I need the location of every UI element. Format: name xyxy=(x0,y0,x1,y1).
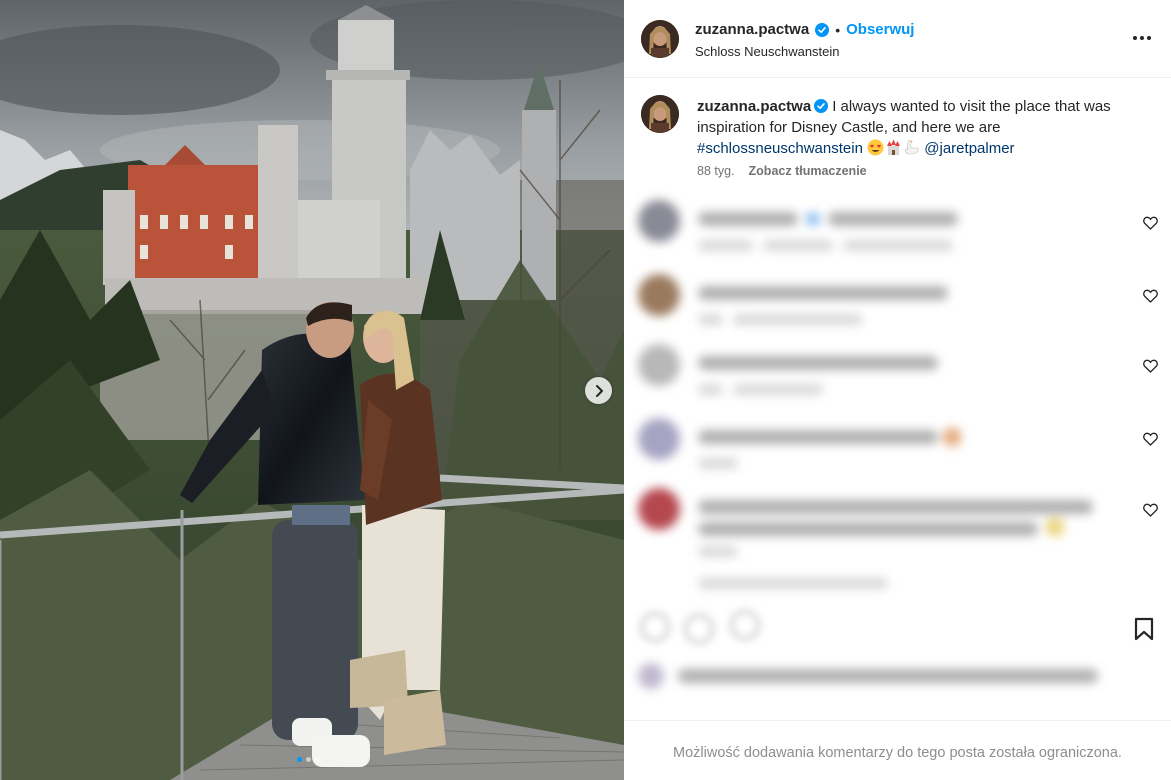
caption-emojis xyxy=(867,139,920,156)
comment-avatar xyxy=(638,488,680,530)
carousel-dot xyxy=(306,757,311,762)
location-link[interactable]: Schloss Neuschwanstein xyxy=(695,44,840,59)
comments-list-blurred xyxy=(624,190,1171,610)
comments-footer: Możliwość dodawania komentarzy do tego p… xyxy=(624,720,1171,780)
next-photo-button[interactable] xyxy=(585,377,612,404)
comment-avatar xyxy=(638,418,680,460)
comment-avatar xyxy=(638,200,680,242)
caption-avatar[interactable] xyxy=(641,95,679,133)
swan-emoji-icon xyxy=(905,140,919,155)
avatar[interactable] xyxy=(641,20,679,58)
share-icon[interactable] xyxy=(730,610,760,640)
comment-like-heart-icon[interactable] xyxy=(1143,503,1158,517)
header-separator: • xyxy=(835,21,841,38)
mention-link[interactable]: @jaretpalmer xyxy=(924,140,1014,157)
bookmark-icon[interactable] xyxy=(1133,617,1155,641)
post-caption: zuzanna.pactwa I always wanted to visit t… xyxy=(697,96,1157,159)
post-header: zuzanna.pactwa • Obserwuj Schloss Neusch… xyxy=(624,0,1171,78)
follow-button[interactable]: Obserwuj xyxy=(846,21,914,38)
post-time: 88 tyg. xyxy=(697,164,735,178)
see-translation-button[interactable]: Zobacz tłumaczenie xyxy=(749,164,867,178)
heart-eyes-emoji-icon xyxy=(867,139,884,156)
hashtag-link[interactable]: #schlossneuschwanstein xyxy=(697,140,863,157)
carousel-dot xyxy=(315,757,320,762)
comment-like-heart-icon[interactable] xyxy=(1143,359,1158,373)
post-actions-blurred xyxy=(640,606,780,652)
more-options-icon[interactable] xyxy=(1127,28,1157,48)
verified-badge-icon xyxy=(815,22,830,37)
caption-username[interactable]: zuzanna.pactwa xyxy=(697,98,811,115)
post-photo[interactable] xyxy=(0,0,624,780)
comment-icon[interactable] xyxy=(684,614,714,644)
comment-avatar xyxy=(638,274,680,316)
comment-like-heart-icon[interactable] xyxy=(1143,216,1158,230)
castle-couple-photo xyxy=(0,0,624,780)
next-arrow-icon xyxy=(595,384,603,397)
post-details-panel: zuzanna.pactwa • Obserwuj Schloss Neusch… xyxy=(624,0,1171,780)
comment-like-heart-icon[interactable] xyxy=(1143,289,1158,303)
like-icon[interactable] xyxy=(640,612,670,642)
carousel-dots xyxy=(297,757,320,762)
caption-meta: 88 tyg. Zobacz tłumaczenie xyxy=(697,164,867,178)
verified-badge-icon xyxy=(814,99,829,113)
comments-restricted-notice: Możliwość dodawania komentarzy do tego p… xyxy=(673,745,1122,761)
comment-avatar xyxy=(638,344,680,386)
carousel-dot xyxy=(297,757,302,762)
header-username[interactable]: zuzanna.pactwa xyxy=(695,21,809,38)
castle-emoji-icon xyxy=(887,139,901,155)
comment-like-heart-icon[interactable] xyxy=(1143,432,1158,446)
likes-summary-blurred xyxy=(638,655,1118,693)
